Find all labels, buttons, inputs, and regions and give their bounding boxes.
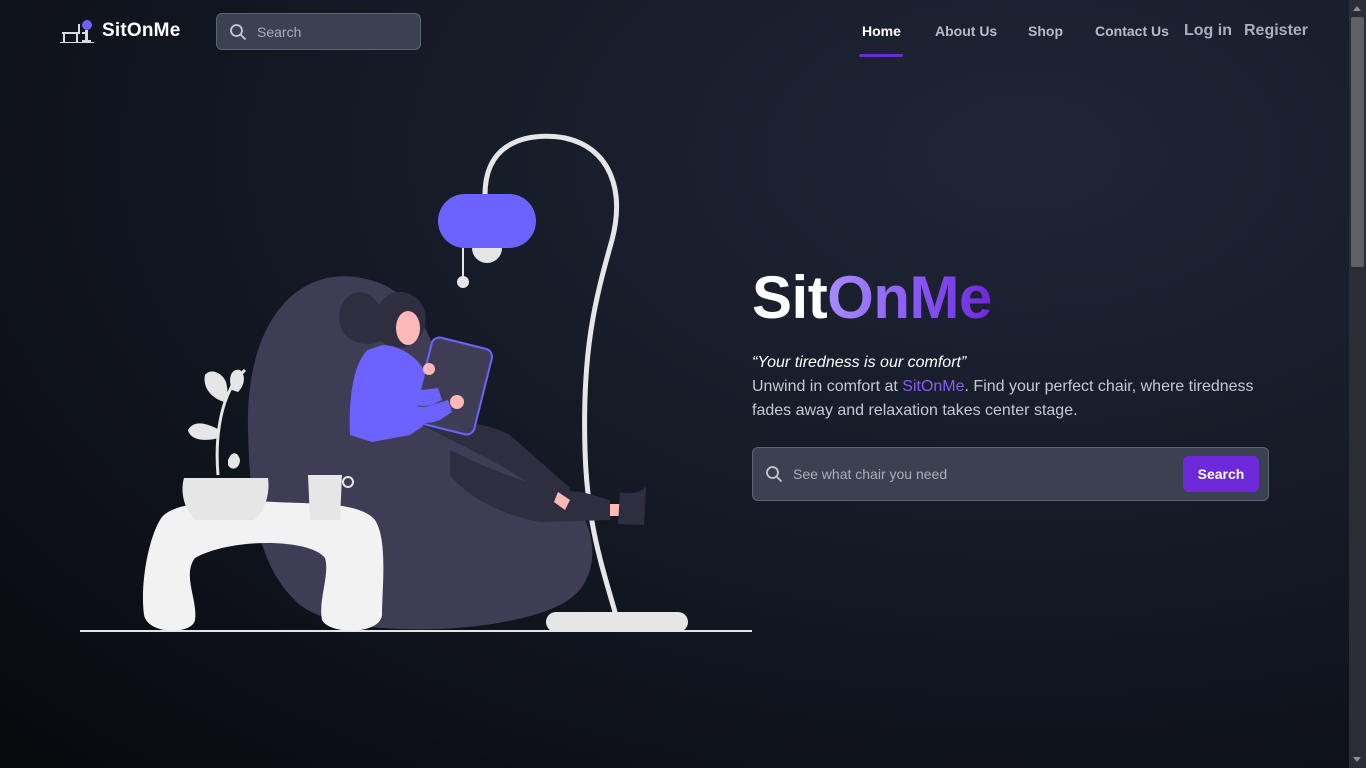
planter-pot: [182, 478, 269, 520]
header-search[interactable]: [216, 13, 421, 50]
lamp-base: [546, 612, 688, 632]
coffee-mug: [308, 475, 342, 520]
hero-section: SitOnMe “Your tiredness is our comfort” …: [752, 262, 1282, 501]
hero-title-sit: Sit: [752, 264, 828, 331]
scroll-up-arrow[interactable]: [1353, 6, 1361, 11]
nav-link-contact-us[interactable]: Contact Us: [1095, 23, 1169, 39]
chair-search-bar: Search: [752, 447, 1269, 501]
nav-link-shop[interactable]: Shop: [1028, 23, 1063, 39]
hero-illustration: [80, 133, 752, 632]
header-search-input[interactable]: [257, 23, 407, 40]
scroll-down-arrow[interactable]: [1353, 757, 1361, 762]
site-header: SitOnMe Home About Us Shop Contact Us Lo…: [0, 0, 1349, 64]
search-icon: [766, 466, 782, 482]
page-scrollbar[interactable]: [1349, 0, 1366, 768]
brand-logo[interactable]: SitOnMe: [60, 18, 180, 44]
hero-tagline: “Your tiredness is our comfort”: [752, 354, 967, 371]
brand-name: SitOnMe: [102, 20, 181, 41]
hero-description: Unwind in comfort at SitOnMe. Find your …: [752, 378, 1254, 419]
register-link[interactable]: Register: [1244, 22, 1308, 40]
chair-logo-icon: [60, 20, 94, 43]
search-icon: [230, 23, 246, 40]
hero-title-onme: OnMe: [827, 264, 992, 331]
login-link[interactable]: Log in: [1184, 22, 1232, 40]
scrollbar-thumb[interactable]: [1351, 17, 1364, 267]
nav-link-home[interactable]: Home: [862, 23, 901, 39]
nav-link-about-us[interactable]: About Us: [935, 23, 997, 39]
lamp-bulb: [472, 248, 502, 263]
chair-search-input[interactable]: [793, 466, 1183, 482]
chair-search-button[interactable]: Search: [1183, 456, 1259, 492]
side-table: [142, 501, 384, 631]
desc-brand-name: SitOnMe: [902, 378, 965, 395]
lamp-shade: [438, 194, 536, 248]
active-nav-indicator: [859, 54, 903, 57]
hero-title: SitOnMe: [752, 262, 1282, 334]
